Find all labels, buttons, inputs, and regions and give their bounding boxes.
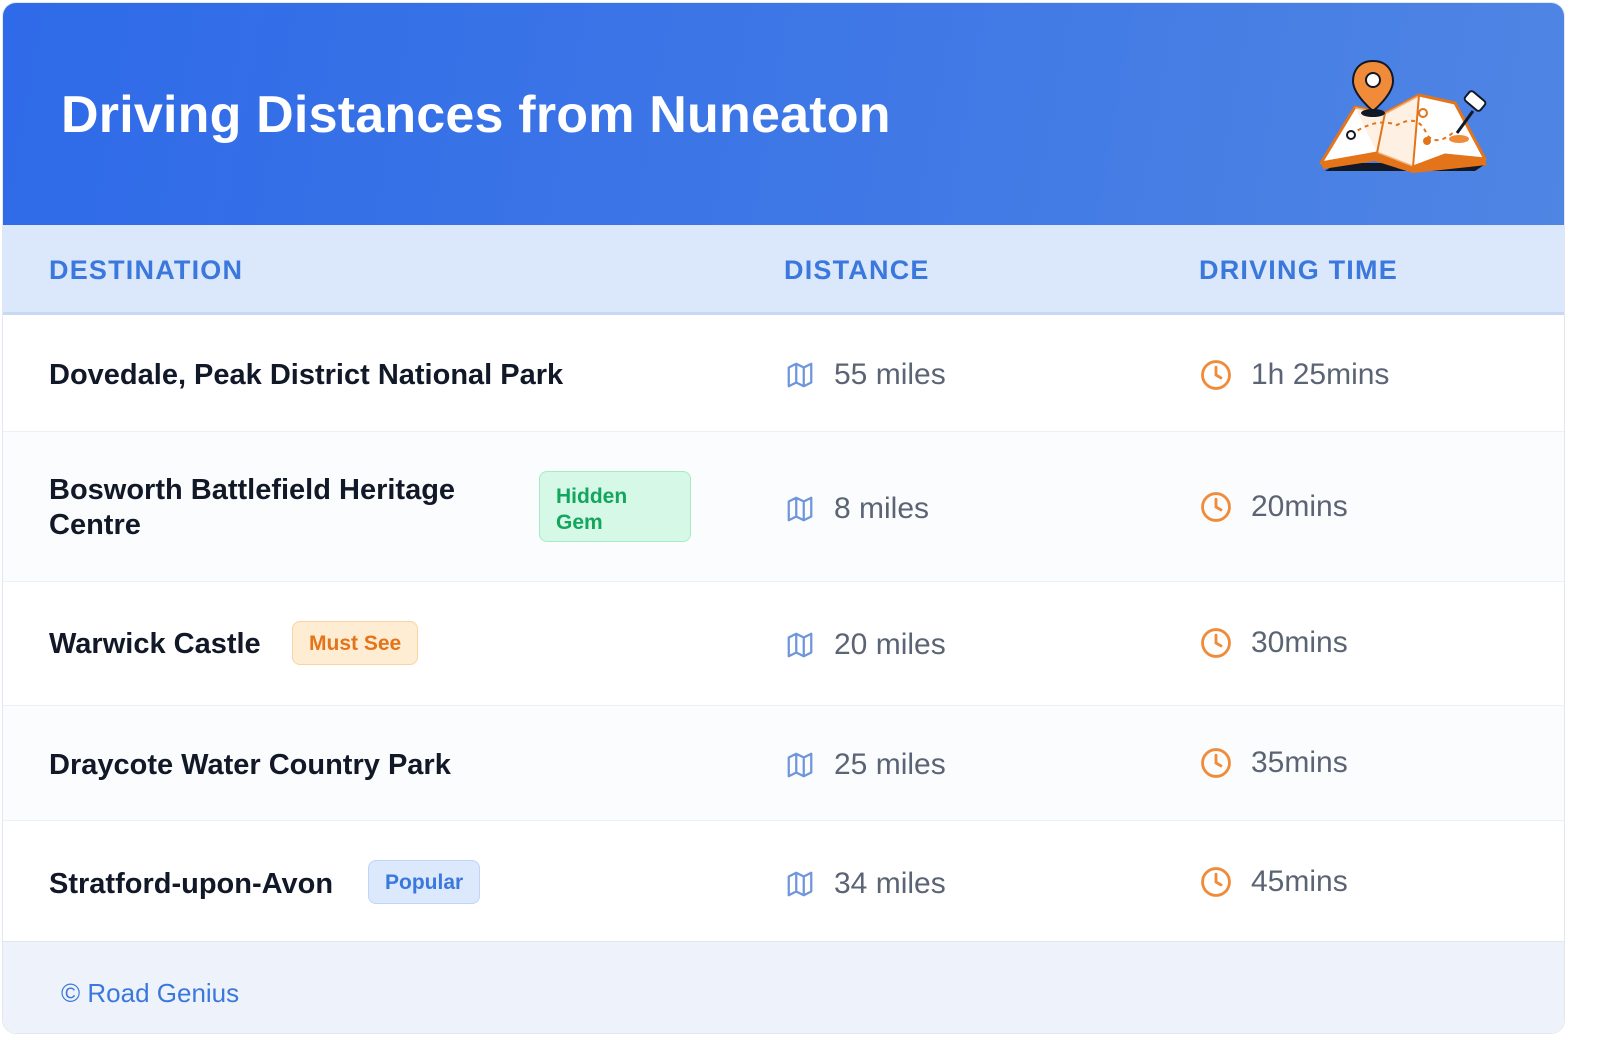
time-cell: 1h 25mins — [1199, 358, 1389, 392]
destination-name: Warwick Castle — [49, 628, 261, 660]
driving-time-value: 45mins — [1251, 865, 1348, 898]
distance-value: 8 miles — [834, 492, 930, 525]
destination-name: Bosworth Battlefield Heritage Centre — [49, 474, 456, 541]
clock-icon — [1201, 867, 1231, 897]
destination-name: Stratford-upon-Avon — [49, 868, 334, 900]
distance-value: 25 miles — [834, 748, 946, 781]
column-header-driving-time: DRIVING TIME — [1199, 255, 1398, 285]
distance-value: 20 miles — [834, 628, 946, 661]
time-cell: 30mins — [1199, 626, 1348, 660]
must-see-badge: Must See — [292, 621, 419, 665]
hidden-gem-badge: Hidden Gem — [539, 471, 691, 542]
distance-value: 34 miles — [834, 867, 946, 900]
copyright-text: © Road Genius — [61, 978, 240, 1008]
time-cell: 20mins — [1199, 490, 1348, 524]
table-row: Warwick Castle Must See 20 miles 30mins — [3, 582, 1564, 706]
time-cell: 45mins — [1199, 865, 1348, 899]
column-header-distance: DISTANCE — [784, 255, 930, 285]
clock-icon — [1201, 360, 1231, 390]
card-header: Driving Distances from Nuneaton — [3, 3, 1564, 225]
map-icon — [787, 752, 813, 778]
driving-time-value: 30mins — [1251, 626, 1348, 659]
card-footer: © Road Genius — [3, 941, 1564, 1033]
column-header-destination: DESTINATION — [49, 255, 244, 285]
destination-name: Draycote Water Country Park — [49, 749, 451, 781]
table-row: Dovedale, Peak District National Park 55… — [3, 315, 1564, 432]
distance-cell: 8 miles — [784, 492, 929, 526]
distance-card: Driving Distances from Nuneaton DESTINAT… — [2, 2, 1565, 1034]
driving-time-value: 20mins — [1251, 490, 1348, 523]
table-header: DESTINATION DISTANCE DRIVING TIME — [3, 225, 1564, 315]
distance-cell: 34 miles — [784, 867, 946, 901]
clock-icon — [1201, 628, 1231, 658]
destination-name: Dovedale, Peak District National Park — [49, 359, 564, 391]
map-icon — [787, 871, 813, 897]
distance-cell: 20 miles — [784, 628, 946, 662]
table-row: Draycote Water Country Park 25 miles 35m… — [3, 706, 1564, 821]
page-title: Driving Distances from Nuneaton — [61, 86, 891, 144]
distance-cell: 25 miles — [784, 748, 946, 782]
table-row: Stratford-upon-Avon Popular 34 miles 45m… — [3, 821, 1564, 941]
map-icon — [787, 496, 813, 522]
driving-time-value: 1h 25mins — [1251, 358, 1390, 391]
clock-icon — [1201, 492, 1231, 522]
driving-time-value: 35mins — [1251, 746, 1348, 779]
popular-badge: Popular — [368, 860, 481, 904]
map-icon — [787, 362, 813, 388]
map-with-pins-icon — [1319, 59, 1487, 173]
map-icon — [787, 632, 813, 658]
distance-cell: 55 miles — [784, 358, 946, 392]
time-cell: 35mins — [1199, 746, 1348, 780]
clock-icon — [1201, 748, 1231, 778]
table-row: Bosworth Battlefield Heritage Centre Hid… — [3, 432, 1564, 582]
distance-value: 55 miles — [834, 358, 946, 391]
